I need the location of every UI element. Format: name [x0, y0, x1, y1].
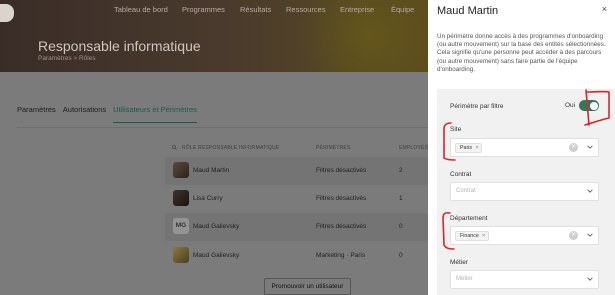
job-select[interactable]: Métier	[450, 270, 599, 289]
avatar	[173, 162, 189, 178]
chevron-down-icon[interactable]	[587, 276, 593, 282]
nav-item-team[interactable]: Équipe	[391, 5, 414, 14]
user-perimeters: Filtres désactivés	[316, 167, 367, 174]
filter-toggle-switch[interactable]	[579, 100, 600, 111]
page-title: Responsable informatique	[38, 38, 201, 54]
job-placeholder: Métier	[456, 276, 473, 282]
chip-remove-icon[interactable]: ✕	[482, 232, 486, 240]
site-field-label: Site	[450, 126, 462, 133]
user-perimeters: Marketing · Paris	[316, 252, 366, 259]
page-header: Tableau de bord Programmes Résultats Res…	[0, 0, 428, 72]
chip-remove-icon[interactable]: ✕	[475, 144, 479, 152]
tab-users-perimeters[interactable]: Utilisateurs et Périmètres	[113, 105, 197, 123]
search-icon[interactable]	[172, 145, 177, 152]
clear-icon[interactable]: ✕	[569, 143, 578, 152]
contract-placeholder: Contrat	[456, 188, 476, 194]
toggle-state-label: Oui	[565, 102, 576, 109]
table-row[interactable]: Maud Martin Filtres désactivés 2	[165, 157, 428, 185]
user-name: Maud Martin	[193, 167, 230, 174]
contract-select[interactable]: Contrat	[450, 182, 599, 201]
nav-item-resources[interactable]: Ressources	[286, 5, 340, 14]
perimeter-filter-card: Périmètre par filtre Oui Site Paris ✕ ✕ C…	[437, 89, 615, 295]
chevron-down-icon[interactable]	[587, 232, 593, 238]
contract-field-label: Contrat	[450, 171, 472, 178]
chevron-down-icon[interactable]	[587, 144, 593, 150]
app-logo[interactable]	[0, 4, 14, 22]
user-name: Maud Galievsky	[193, 252, 240, 259]
user-perimeters: Filtres désactivés	[316, 195, 367, 202]
tabs-divider	[17, 127, 428, 128]
chip-label: Finance	[460, 233, 479, 239]
user-employees-count: 0	[399, 223, 403, 230]
table-row[interactable]: MG Maud Galievsky Filtres désactivés 0	[165, 213, 428, 241]
column-header-role: RÔLE RESPONSABLE INFORMATIQUE	[182, 145, 280, 151]
close-icon[interactable]: ×	[602, 5, 607, 14]
site-select[interactable]: Paris ✕ ✕	[450, 138, 599, 157]
nav-item-programs[interactable]: Programmes	[182, 5, 240, 14]
user-name: Lisa Curry	[193, 195, 223, 202]
toggle-knob	[589, 101, 598, 110]
column-header-employees: EMPLOYÉS	[399, 145, 429, 151]
table-row[interactable]: Lisa Curry Filtres désactivés 1	[165, 185, 428, 213]
avatar	[173, 247, 189, 263]
tab-settings[interactable]: Paramètres	[17, 105, 56, 123]
role-page-content: Paramètres Autorisations Utilisateurs et…	[0, 72, 428, 295]
nav-item-dashboard[interactable]: Tableau de bord	[114, 5, 182, 14]
department-chip[interactable]: Finance ✕	[455, 231, 489, 241]
chip-label: Paris	[460, 145, 473, 151]
top-navigation: Tableau de bord Programmes Résultats Res…	[114, 5, 414, 14]
panel-description: Un périmètre donne accès à des programme…	[437, 33, 606, 73]
promote-user-button[interactable]: Promouvoir un utilisateur	[264, 278, 351, 295]
tab-permissions[interactable]: Autorisations	[63, 105, 106, 123]
panel-title: Maud Martin	[437, 5, 499, 17]
breadcrumb[interactable]: Paramètres > Rôles	[38, 55, 96, 62]
column-header-perimeters: PÉRIMÈTRES	[316, 145, 351, 151]
job-field-label: Métier	[450, 259, 469, 266]
user-name: Maud Galievsky	[193, 223, 240, 230]
user-perimeters: Filtres désactivés	[316, 223, 367, 230]
user-employees-count: 1	[399, 195, 403, 202]
site-chip[interactable]: Paris ✕	[455, 143, 483, 153]
nav-item-results[interactable]: Résultats	[240, 5, 286, 14]
avatar-initials: MG	[173, 218, 189, 234]
user-employees-count: 0	[399, 252, 403, 259]
department-field-label: Département	[450, 215, 488, 222]
role-tabs: Paramètres Autorisations Utilisateurs et…	[17, 105, 204, 123]
avatar	[173, 190, 189, 206]
table-row[interactable]: Maud Galievsky Marketing · Paris 0	[165, 242, 428, 270]
department-select[interactable]: Finance ✕ ✕	[450, 226, 599, 245]
user-employees-count: 2	[399, 167, 403, 174]
chevron-down-icon[interactable]	[587, 188, 593, 194]
perimeter-side-panel: Maud Martin × Un périmètre donne accès à…	[428, 0, 615, 295]
clear-icon[interactable]: ✕	[569, 231, 578, 240]
filter-toggle-label: Périmètre par filtre	[450, 103, 504, 110]
filter-toggle-group: Oui	[565, 100, 600, 111]
nav-item-company[interactable]: Entreprise	[340, 5, 391, 14]
